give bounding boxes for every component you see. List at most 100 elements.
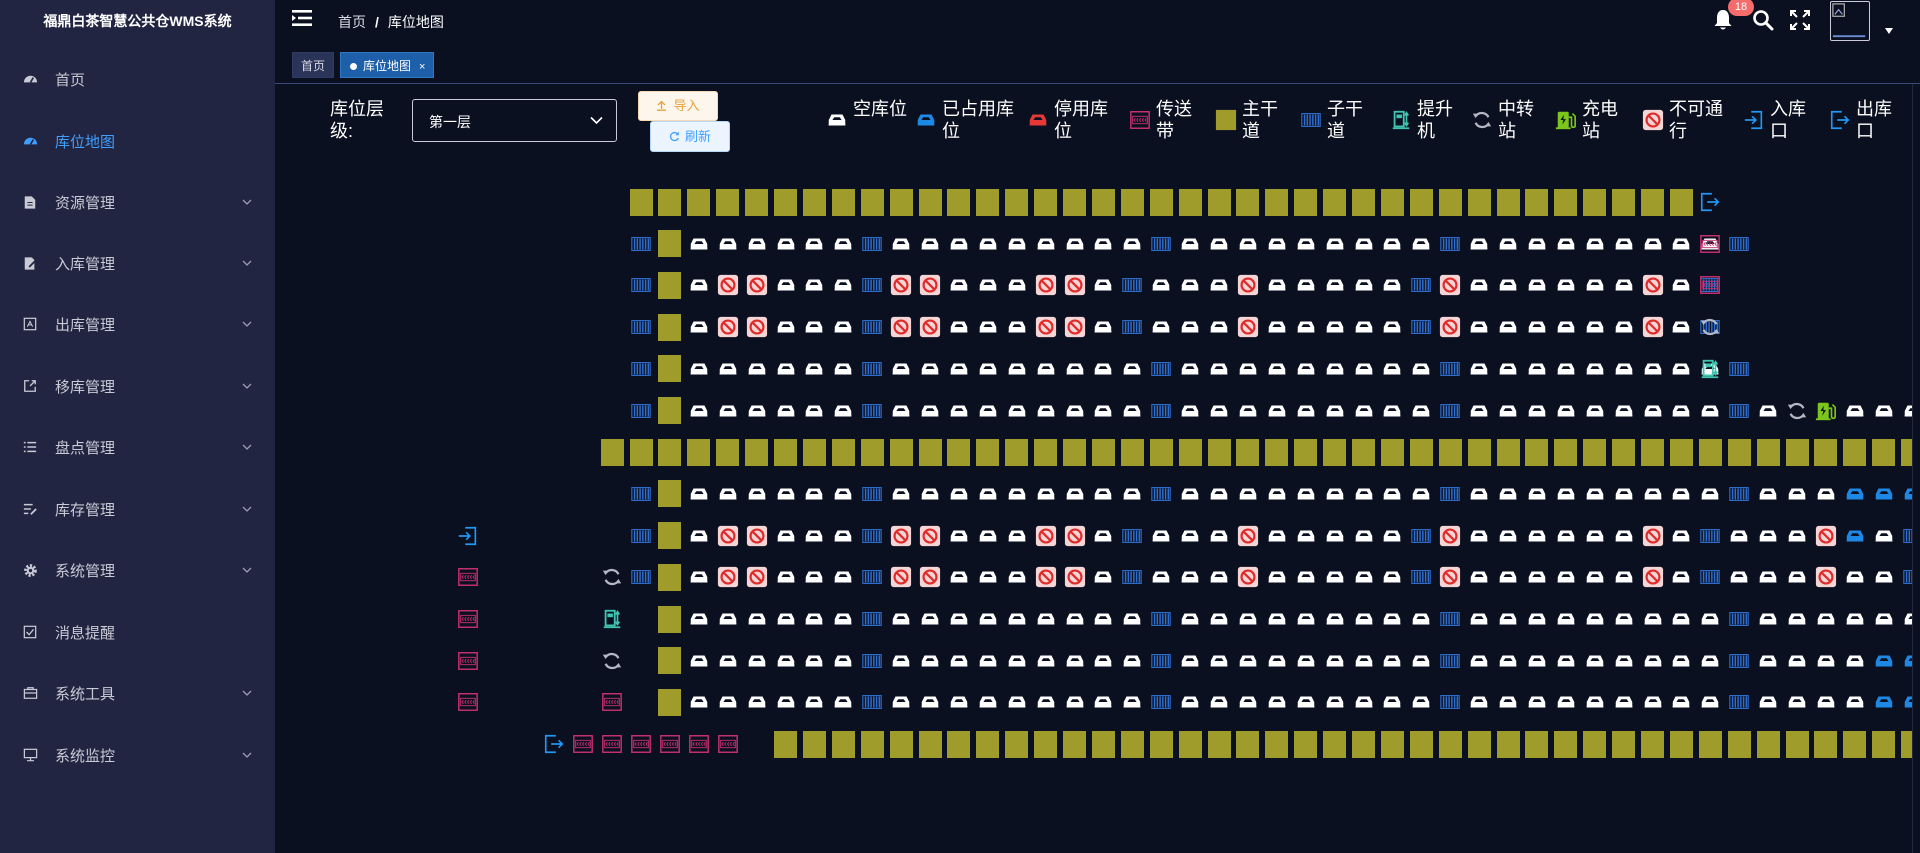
empty-slot-icon[interactable] bbox=[832, 358, 854, 380]
main-road-cell[interactable] bbox=[1352, 188, 1375, 216]
sidebar-item-1[interactable]: 库位地图 bbox=[0, 121, 275, 161]
sub-road-icon[interactable] bbox=[861, 608, 883, 630]
conveyor-icon[interactable] bbox=[601, 733, 623, 755]
empty-slot-icon[interactable] bbox=[948, 400, 970, 422]
empty-slot-icon[interactable] bbox=[1497, 358, 1519, 380]
main-road-cell[interactable] bbox=[1380, 188, 1404, 216]
main-road-cell[interactable] bbox=[1294, 730, 1318, 758]
empty-slot-icon[interactable] bbox=[1324, 316, 1346, 338]
empty-slot-icon[interactable] bbox=[1555, 233, 1577, 255]
main-road-cell[interactable] bbox=[1178, 188, 1202, 216]
empty-slot-icon[interactable] bbox=[1266, 566, 1288, 588]
empty-slot-icon[interactable] bbox=[948, 358, 970, 380]
empty-slot-icon[interactable] bbox=[1266, 691, 1288, 713]
empty-slot-icon[interactable] bbox=[1324, 358, 1346, 380]
no-pass-icon[interactable] bbox=[1815, 566, 1837, 588]
empty-slot-icon[interactable] bbox=[1873, 608, 1895, 630]
empty-slot-icon[interactable] bbox=[1092, 566, 1114, 588]
sidebar-item-10[interactable]: 系统工具 bbox=[0, 673, 275, 713]
main-road-cell[interactable] bbox=[1091, 188, 1115, 216]
sub-road-icon[interactable] bbox=[1410, 525, 1432, 547]
empty-slot-icon[interactable] bbox=[688, 483, 710, 505]
empty-slot-icon[interactable] bbox=[1324, 691, 1346, 713]
main-road-cell[interactable] bbox=[1323, 730, 1347, 758]
no-pass-icon[interactable] bbox=[1439, 274, 1461, 296]
empty-slot-icon[interactable] bbox=[1006, 316, 1028, 338]
empty-slot-icon[interactable] bbox=[1497, 483, 1519, 505]
no-pass-icon[interactable] bbox=[1439, 566, 1461, 588]
main-road-cell[interactable] bbox=[1641, 438, 1664, 466]
main-road-cell[interactable] bbox=[745, 438, 769, 466]
empty-slot-icon[interactable] bbox=[1555, 483, 1577, 505]
empty-slot-icon[interactable] bbox=[1006, 566, 1028, 588]
main-road-cell[interactable] bbox=[1583, 730, 1607, 758]
empty-slot-icon[interactable] bbox=[1468, 316, 1490, 338]
empty-slot-icon[interactable] bbox=[1844, 566, 1866, 588]
main-road-cell[interactable] bbox=[658, 188, 682, 216]
no-pass-icon[interactable] bbox=[717, 525, 739, 547]
main-road-cell[interactable] bbox=[1005, 730, 1029, 758]
no-pass-icon[interactable] bbox=[1035, 316, 1057, 338]
empty-slot-icon[interactable] bbox=[803, 400, 825, 422]
empty-slot-icon[interactable] bbox=[919, 400, 941, 422]
no-pass-icon[interactable] bbox=[1064, 316, 1086, 338]
empty-slot-icon[interactable] bbox=[1555, 400, 1577, 422]
empty-slot-icon[interactable] bbox=[1179, 525, 1201, 547]
empty-slot-icon[interactable] bbox=[746, 233, 768, 255]
empty-slot-icon[interactable] bbox=[775, 233, 797, 255]
no-pass-icon[interactable] bbox=[919, 566, 941, 588]
main-road-cell[interactable] bbox=[1467, 730, 1491, 758]
main-road-cell[interactable] bbox=[1554, 438, 1578, 466]
main-road-cell[interactable] bbox=[1323, 188, 1347, 216]
empty-slot-icon[interactable] bbox=[1526, 233, 1548, 255]
sub-road-icon[interactable] bbox=[1728, 233, 1750, 255]
sub-road-icon[interactable] bbox=[1150, 650, 1172, 672]
no-pass-icon[interactable] bbox=[1815, 525, 1837, 547]
empty-slot-icon[interactable] bbox=[1208, 358, 1230, 380]
empty-slot-icon[interactable] bbox=[948, 566, 970, 588]
empty-slot-icon[interactable] bbox=[1324, 400, 1346, 422]
no-pass-icon[interactable] bbox=[919, 274, 941, 296]
sub-road-icon[interactable] bbox=[1728, 608, 1750, 630]
inbound-port-icon[interactable] bbox=[457, 525, 479, 547]
empty-slot-icon[interactable] bbox=[1150, 566, 1172, 588]
main-road-cell[interactable] bbox=[1612, 730, 1636, 758]
empty-slot-icon[interactable] bbox=[746, 691, 768, 713]
main-road-cell[interactable] bbox=[1525, 438, 1549, 466]
empty-slot-icon[interactable] bbox=[803, 233, 825, 255]
empty-slot-icon[interactable] bbox=[1353, 566, 1375, 588]
main-road-cell[interactable] bbox=[1120, 730, 1144, 758]
sub-road-icon[interactable] bbox=[1439, 233, 1461, 255]
main-road-cell[interactable] bbox=[1814, 438, 1838, 466]
sidebar-item-4[interactable]: 出库管理 bbox=[0, 304, 275, 344]
empty-slot-icon[interactable] bbox=[1208, 525, 1230, 547]
empty-slot-icon[interactable] bbox=[1613, 650, 1635, 672]
empty-slot-icon[interactable] bbox=[1526, 483, 1548, 505]
main-road-cell[interactable] bbox=[1814, 730, 1838, 758]
empty-slot-icon[interactable] bbox=[1642, 358, 1664, 380]
empty-slot-icon[interactable] bbox=[1526, 566, 1548, 588]
layer-select[interactable]: 第一层 bbox=[412, 99, 617, 142]
conveyor-icon[interactable] bbox=[1699, 274, 1721, 296]
empty-slot-icon[interactable] bbox=[832, 274, 854, 296]
empty-slot-icon[interactable] bbox=[1324, 566, 1346, 588]
empty-slot-icon[interactable] bbox=[977, 650, 999, 672]
empty-slot-icon[interactable] bbox=[1699, 483, 1721, 505]
no-pass-icon[interactable] bbox=[746, 566, 768, 588]
empty-slot-icon[interactable] bbox=[1266, 525, 1288, 547]
empty-slot-icon[interactable] bbox=[1179, 650, 1201, 672]
empty-slot-icon[interactable] bbox=[1670, 691, 1692, 713]
empty-slot-icon[interactable] bbox=[1844, 691, 1866, 713]
empty-slot-icon[interactable] bbox=[1613, 566, 1635, 588]
empty-slot-icon[interactable] bbox=[1179, 233, 1201, 255]
empty-slot-icon[interactable] bbox=[1584, 400, 1606, 422]
no-pass-icon[interactable] bbox=[919, 316, 941, 338]
no-pass-icon[interactable] bbox=[890, 274, 912, 296]
empty-slot-icon[interactable] bbox=[1670, 233, 1692, 255]
empty-slot-icon[interactable] bbox=[1410, 358, 1432, 380]
main-road-cell[interactable] bbox=[860, 188, 884, 216]
empty-slot-icon[interactable] bbox=[1873, 566, 1895, 588]
empty-slot-icon[interactable] bbox=[1295, 608, 1317, 630]
empty-slot-icon[interactable] bbox=[1613, 525, 1635, 547]
empty-slot-icon[interactable] bbox=[1381, 274, 1403, 296]
